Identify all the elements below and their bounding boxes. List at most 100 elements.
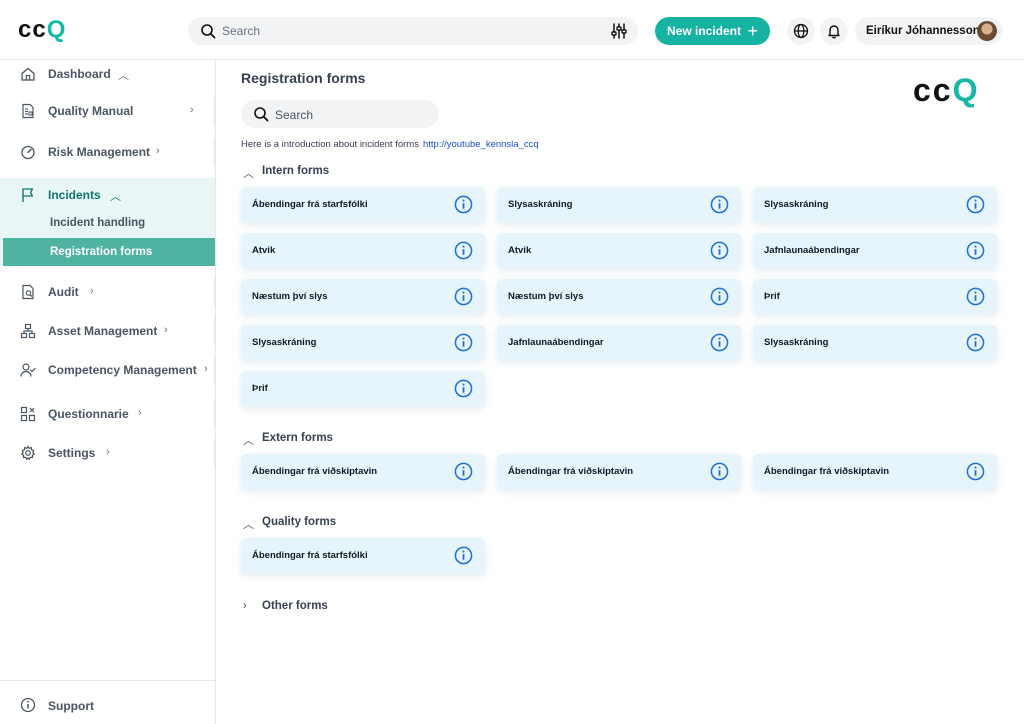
form-card-title: Ábendingar frá starfsfólki xyxy=(252,199,368,210)
section-toggle-0[interactable]: ︿ Intern forms xyxy=(241,165,441,181)
gear-icon xyxy=(20,445,36,461)
info-icon[interactable] xyxy=(710,195,729,214)
sidebar-item-asset-management[interactable]: Asset Management › xyxy=(0,314,215,348)
forms-search-placeholder: Search xyxy=(275,108,314,122)
chevron-right-icon: › xyxy=(164,324,168,336)
divider xyxy=(214,439,215,467)
info-icon[interactable] xyxy=(710,287,729,306)
sidebar-item-settings[interactable]: Settings › xyxy=(0,436,215,470)
forms-search-input[interactable]: Search xyxy=(241,100,439,128)
sidebar-subitem-registration-forms[interactable]: Registration forms xyxy=(3,238,215,266)
form-card-title: Ábendingar frá viðskiptavin xyxy=(764,466,890,477)
form-card-title: Atvik xyxy=(252,245,276,256)
form-card[interactable]: Jafnlaunaábendingar xyxy=(753,233,997,268)
competency-icon xyxy=(20,363,36,377)
globe-icon xyxy=(793,23,809,39)
section-toggle-3[interactable]: › Other forms xyxy=(241,600,441,616)
info-icon[interactable] xyxy=(966,333,985,352)
info-icon[interactable] xyxy=(966,287,985,306)
info-icon[interactable] xyxy=(454,241,473,260)
asset-icon xyxy=(20,323,36,339)
info-icon[interactable] xyxy=(710,333,729,352)
divider xyxy=(214,97,215,125)
search-icon xyxy=(201,24,216,39)
info-icon[interactable] xyxy=(454,195,473,214)
flag-icon xyxy=(22,188,34,202)
intro-description: Here is a introduction about incident fo… xyxy=(241,139,419,150)
form-card[interactable]: Ábendingar frá starfsfólki xyxy=(241,538,485,573)
form-card[interactable]: Þrif xyxy=(753,279,997,314)
info-icon[interactable] xyxy=(454,379,473,398)
sidebar-item-label: Support xyxy=(48,699,94,713)
user-menu[interactable]: Eiríkur Jóhannesson xyxy=(855,17,1003,45)
info-icon[interactable] xyxy=(966,462,985,481)
form-card-title: Atvik xyxy=(508,245,532,256)
form-card-title: Þrif xyxy=(764,291,780,302)
form-card-title: Jafnlaunaábendingar xyxy=(508,337,604,348)
gauge-icon xyxy=(21,145,35,160)
sidebar-item-competency-management[interactable]: Competency Management › xyxy=(0,353,215,387)
audit-icon xyxy=(22,284,34,300)
form-card[interactable]: Ábendingar frá viðskiptavin xyxy=(241,454,485,489)
sidebar-subitem-label: Registration forms xyxy=(50,246,153,258)
chevron-up-icon: ︿ xyxy=(118,70,129,82)
info-icon[interactable] xyxy=(454,333,473,352)
form-card[interactable]: Slysaskráning xyxy=(241,325,485,360)
search-icon xyxy=(254,107,269,122)
section-label: Other forms xyxy=(262,600,328,612)
info-icon[interactable] xyxy=(454,546,473,565)
chevron-right-icon: › xyxy=(243,600,247,612)
intro-link[interactable]: http://youtube_kennsla_ccq xyxy=(423,139,539,150)
avatar xyxy=(977,21,997,41)
sidebar-subitem-incident-handling[interactable]: Incident handling xyxy=(0,209,215,237)
sidebar-item-incidents[interactable]: Incidents ︿ xyxy=(0,178,215,212)
form-card-title: Slysaskráning xyxy=(508,199,573,210)
new-incident-button[interactable]: New incident + xyxy=(655,17,770,45)
info-icon[interactable] xyxy=(454,462,473,481)
user-name: Eiríkur Jóhannesson xyxy=(866,25,980,37)
form-card[interactable]: Atvik xyxy=(241,233,485,268)
global-search-input[interactable]: Search xyxy=(188,17,638,45)
sidebar-item-dashboard[interactable]: Dashboard ︿ xyxy=(0,57,215,91)
form-card[interactable]: Ábendingar frá viðskiptavin xyxy=(497,454,741,489)
info-icon[interactable] xyxy=(710,462,729,481)
new-incident-label: New incident xyxy=(667,24,742,38)
sidebar-item-quality-manual[interactable]: Quality Manual › xyxy=(0,94,215,128)
chevron-right-icon: › xyxy=(190,104,194,116)
section-toggle-2[interactable]: ︿ Quality forms xyxy=(241,516,441,532)
form-card[interactable]: Atvik xyxy=(497,233,741,268)
form-card[interactable]: Næstum því slys xyxy=(241,279,485,314)
sidebar-item-label: Quality Manual xyxy=(48,104,134,118)
chevron-up-icon: ︿ xyxy=(110,191,121,203)
sidebar-item-questionnarie[interactable]: Questionnarie › xyxy=(0,397,215,431)
form-card[interactable]: Þrif xyxy=(241,371,485,406)
info-icon[interactable] xyxy=(454,287,473,306)
form-card[interactable]: Ábendingar frá viðskiptavin xyxy=(753,454,997,489)
form-card[interactable]: Slysaskráning xyxy=(497,187,741,222)
form-card-title: Ábendingar frá starfsfólki xyxy=(252,550,368,561)
info-icon[interactable] xyxy=(966,195,985,214)
form-card[interactable]: Næstum því slys xyxy=(497,279,741,314)
sidebar: Dashboard ︿ Quality Manual › Risk Manage… xyxy=(0,60,216,724)
sidebar-item-label: Risk Management xyxy=(48,145,151,159)
filter-icon[interactable] xyxy=(610,22,628,40)
sidebar-item-label: Questionnarie xyxy=(48,407,129,421)
sidebar-item-risk-management[interactable]: Risk Management › xyxy=(0,135,215,169)
sidebar-item-support[interactable]: Support xyxy=(0,680,215,724)
info-icon[interactable] xyxy=(710,241,729,260)
info-icon[interactable] xyxy=(966,241,985,260)
form-card[interactable]: Slysaskráning xyxy=(753,325,997,360)
section-toggle-1[interactable]: ︿ Extern forms xyxy=(241,432,441,448)
language-button[interactable] xyxy=(787,17,815,45)
divider xyxy=(214,317,215,345)
app-logo[interactable]: ccQ xyxy=(18,16,66,44)
form-card[interactable]: Ábendingar frá starfsfólki xyxy=(241,187,485,222)
chevron-up-icon: ︿ xyxy=(243,168,254,180)
bell-icon xyxy=(828,25,840,39)
chevron-right-icon: › xyxy=(106,446,110,458)
form-card-title: Næstum því slys xyxy=(252,291,328,302)
form-card[interactable]: Jafnlaunaábendingar xyxy=(497,325,741,360)
sidebar-item-audit[interactable]: Audit › xyxy=(0,275,215,309)
form-card[interactable]: Slysaskráning xyxy=(753,187,997,222)
notifications-button[interactable] xyxy=(820,17,848,45)
